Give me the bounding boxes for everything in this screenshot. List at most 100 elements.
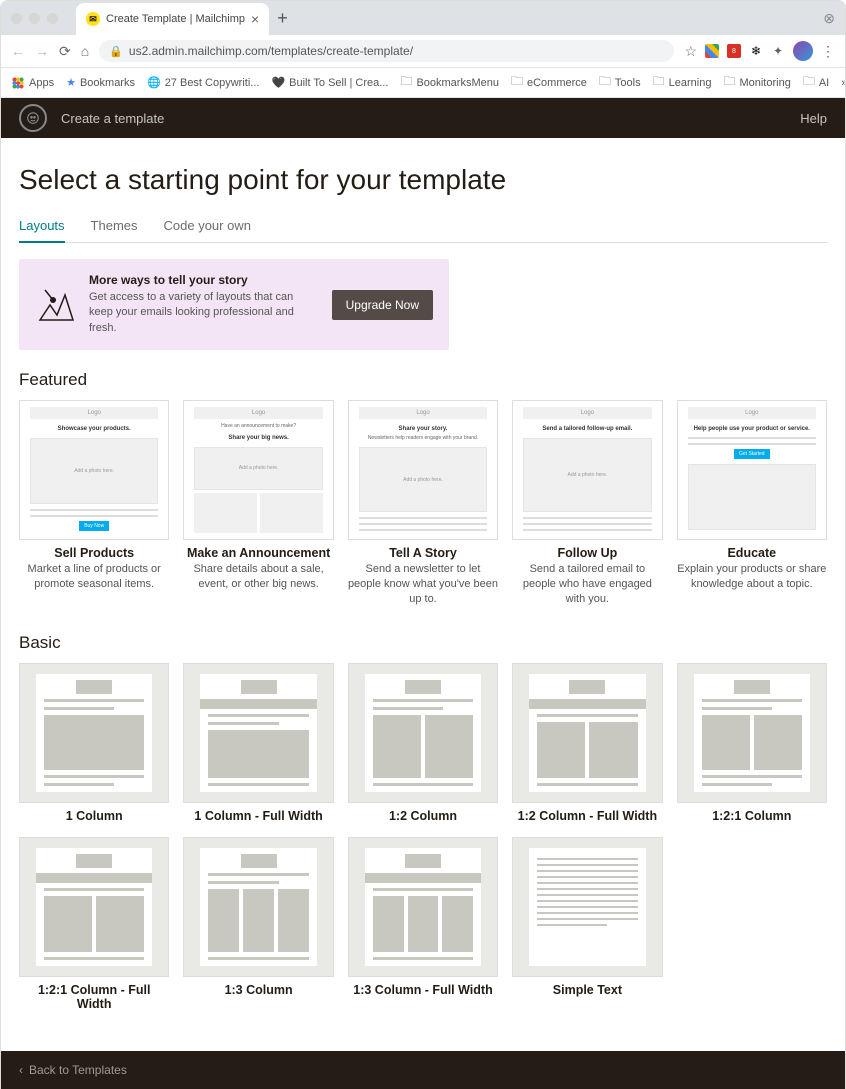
template-title: 1 Column [19, 809, 169, 823]
extension-icons: ☆ 8 ❄ ✦ ⋮ [684, 41, 835, 61]
template-title: 1:2 Column [348, 809, 498, 823]
folder-icon: 🗀 [653, 72, 665, 93]
template-card-educate: Logo Help people use your product or ser… [677, 400, 827, 607]
favicon-icon: ✉ [86, 12, 100, 26]
template-thumbnail[interactable] [183, 663, 333, 803]
browser-tab-strip: ✉ Create Template | Mailchimp × + ⊗ [1, 1, 845, 35]
upgrade-promo-banner: More ways to tell your story Get access … [19, 259, 449, 350]
template-desc: Send a newsletter to let people know wha… [348, 562, 498, 607]
template-title: Educate [677, 546, 827, 560]
nav-back-icon[interactable]: ← [11, 43, 25, 59]
template-thumbnail[interactable] [512, 837, 662, 977]
bookmark-item[interactable]: 🖤Built To Sell | Crea... [271, 76, 388, 89]
template-thumbnail[interactable] [348, 837, 498, 977]
template-title: Make an Announcement [183, 546, 333, 560]
template-title: Simple Text [512, 983, 662, 997]
template-thumbnail[interactable]: Logo Help people use your product or ser… [677, 400, 827, 540]
ext-colored-grid-icon[interactable] [705, 44, 719, 58]
template-card-follow-up: Logo Send a tailored follow-up email. Ad… [512, 400, 662, 607]
template-title: Tell A Story [348, 546, 498, 560]
bookmark-folder[interactable]: 🗀AI [803, 72, 829, 93]
template-title: 1:3 Column [183, 983, 333, 997]
template-thumbnail[interactable] [19, 837, 169, 977]
bookmark-folder[interactable]: 🗀Tools [599, 72, 641, 93]
template-card-sell-products: Logo Showcase your products. Add a photo… [19, 400, 169, 607]
template-card-1-3-column-fw: 1:3 Column - Full Width [348, 837, 498, 1011]
extensions-icon[interactable]: ✦ [771, 44, 785, 58]
tab-close-icon[interactable]: × [251, 11, 259, 27]
promo-illustration-icon [35, 285, 75, 325]
ext-badge-icon[interactable]: 8 [727, 44, 741, 58]
bookmark-item[interactable]: 🌐27 Best Copywriti... [147, 76, 259, 89]
bookmark-folder[interactable]: 🗀Monitoring [723, 72, 790, 93]
bookmarks-bar: Apps ★Bookmarks 🌐27 Best Copywriti... 🖤B… [1, 68, 845, 98]
template-card-announcement: Logo Have an announcement to make? Share… [183, 400, 333, 607]
mailchimp-logo-icon[interactable] [19, 104, 47, 132]
bookmark-folder[interactable]: 🗀BookmarksMenu [400, 72, 499, 93]
template-thumbnail[interactable]: Logo Showcase your products. Add a photo… [19, 400, 169, 540]
app-footer: ‹ Back to Templates [1, 1051, 845, 1089]
tab-layouts[interactable]: Layouts [19, 218, 65, 243]
folder-icon: 🗀 [803, 72, 815, 93]
template-card-tell-a-story: Logo Share your story. Newsletters help … [348, 400, 498, 607]
ext-snowflake-icon[interactable]: ❄ [749, 44, 763, 58]
basic-grid: 1 Column 1 Column - Full Width [19, 663, 827, 1011]
template-card-1-column: 1 Column [19, 663, 169, 823]
browser-tab[interactable]: ✉ Create Template | Mailchimp × [76, 3, 269, 35]
help-link[interactable]: Help [800, 111, 827, 126]
window-controls[interactable] [11, 13, 58, 24]
template-title: 1:2 Column - Full Width [512, 809, 662, 823]
template-thumbnail[interactable] [19, 663, 169, 803]
template-desc: Send a tailored email to people who have… [512, 562, 662, 607]
nav-reload-icon[interactable]: ⟳ [59, 43, 71, 60]
template-thumbnail[interactable] [183, 837, 333, 977]
section-basic-title: Basic [19, 633, 827, 653]
template-thumbnail[interactable] [348, 663, 498, 803]
star-icon: ★ [66, 76, 76, 89]
template-title: Sell Products [19, 546, 169, 560]
folder-icon: 🗀 [723, 72, 735, 93]
section-featured-title: Featured [19, 370, 827, 390]
template-desc: Share details about a sale, event, or ot… [183, 562, 333, 592]
folder-icon: 🗀 [599, 72, 611, 93]
apps-grid-icon [11, 76, 25, 90]
back-to-templates-link[interactable]: Back to Templates [29, 1063, 127, 1077]
template-thumbnail[interactable] [512, 663, 662, 803]
template-title: 1:2:1 Column [677, 809, 827, 823]
tab-themes[interactable]: Themes [91, 218, 138, 242]
template-card-1-3-column: 1:3 Column [183, 837, 333, 1011]
template-desc: Market a line of products or promote sea… [19, 562, 169, 592]
profile-avatar-icon[interactable] [793, 41, 813, 61]
star-icon[interactable]: ☆ [684, 43, 697, 60]
menu-icon[interactable]: ⋮ [821, 43, 835, 60]
lock-icon: 🔒 [109, 45, 123, 58]
bookmark-overflow[interactable]: » [841, 77, 846, 89]
tab-title: Create Template | Mailchimp [106, 13, 245, 25]
tab-code-your-own[interactable]: Code your own [164, 218, 251, 242]
cloud-icon: 🖤 [271, 76, 285, 89]
template-thumbnail[interactable]: Logo Have an announcement to make? Share… [183, 400, 333, 540]
new-tab-button[interactable]: + [277, 8, 288, 29]
nav-forward-icon[interactable]: → [35, 43, 49, 59]
nav-home-icon[interactable]: ⌂ [81, 43, 89, 59]
template-desc: Explain your products or share knowledge… [677, 562, 827, 592]
template-thumbnail[interactable]: Logo Send a tailored follow-up email. Ad… [512, 400, 662, 540]
upgrade-button[interactable]: Upgrade Now [332, 290, 433, 320]
page-title: Select a starting point for your templat… [19, 164, 827, 196]
url-bar[interactable]: 🔒 us2.admin.mailchimp.com/templates/crea… [99, 40, 674, 62]
app-header: Create a template Help [1, 98, 845, 138]
bookmark-folder[interactable]: 🗀eCommerce [511, 72, 587, 93]
template-card-simple-text: Simple Text [512, 837, 662, 1011]
template-thumbnail[interactable]: Logo Share your story. Newsletters help … [348, 400, 498, 540]
bookmark-item[interactable]: ★Bookmarks [66, 76, 135, 89]
bookmark-apps[interactable]: Apps [11, 76, 54, 90]
template-card-1-column-fw: 1 Column - Full Width [183, 663, 333, 823]
bookmark-folder[interactable]: 🗀Learning [653, 72, 712, 93]
template-title: 1:2:1 Column - Full Width [19, 983, 169, 1011]
close-window-icon[interactable]: ⊗ [823, 10, 835, 27]
chevron-left-icon: ‹ [19, 1063, 23, 1077]
folder-icon: 🗀 [400, 72, 412, 93]
header-title: Create a template [61, 111, 164, 126]
template-card-1-2-1-column: 1:2:1 Column [677, 663, 827, 823]
template-thumbnail[interactable] [677, 663, 827, 803]
